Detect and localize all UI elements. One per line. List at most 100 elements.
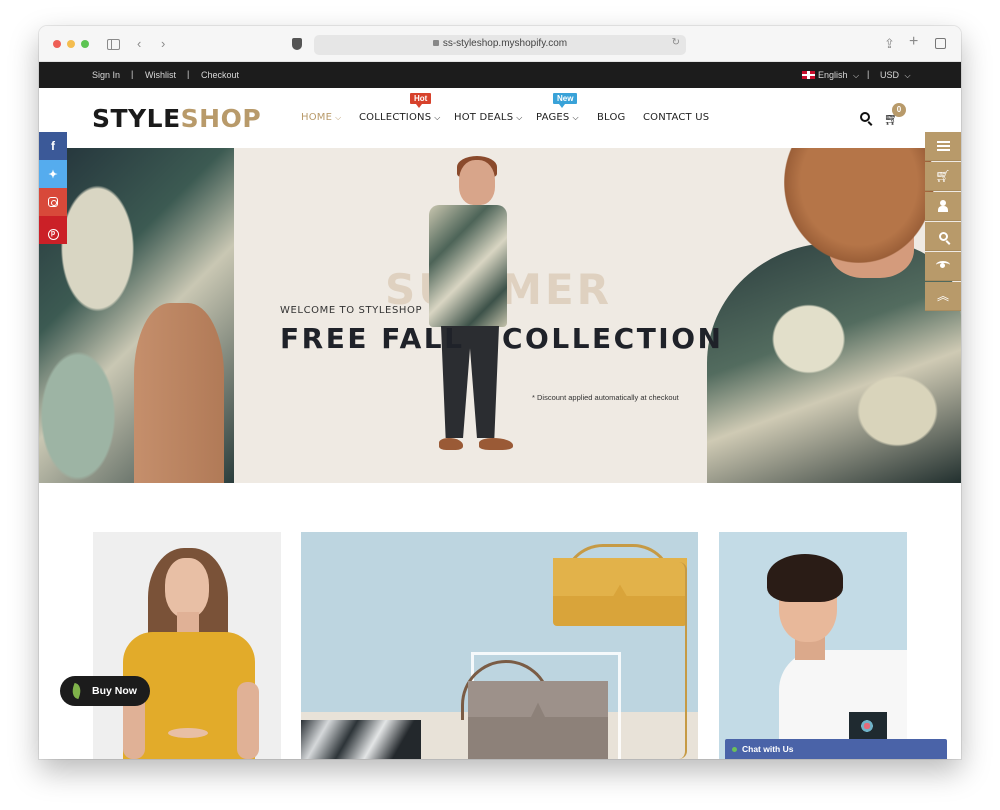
instagram-icon (48, 197, 58, 207)
woman-top-cutout (168, 728, 208, 738)
nav-contact-us[interactable]: CONTACT US (643, 112, 709, 123)
hamburger-icon (936, 141, 950, 151)
new-tab-icon[interactable]: + (909, 33, 918, 51)
address-bar[interactable]: ss-styleshop.myshopify.com ↻ (314, 35, 686, 55)
hot-badge: Hot (410, 93, 432, 108)
separator: | (187, 69, 190, 79)
tab-overview-icon[interactable] (935, 38, 946, 49)
site-header: STYLESHOP Hot New HOME ⌵ COLLECTIONS ⌵ HOT… (39, 88, 961, 148)
chevron-down-icon: ⌵ (335, 113, 342, 122)
checkout-link[interactable]: Checkout (201, 70, 239, 80)
chevron-down-icon: ⌵ (434, 113, 441, 122)
eye-icon (936, 261, 950, 269)
online-status-icon (732, 747, 737, 752)
menu-tool-button[interactable] (925, 132, 961, 161)
nav-label: CONTACT US (643, 112, 710, 123)
maximize-window-button[interactable] (81, 40, 89, 48)
woman-arm (237, 682, 259, 759)
forward-icon[interactable]: › (161, 35, 165, 53)
nav-hot-deals[interactable]: HOT DEALS ⌵ (454, 112, 523, 123)
buy-now-label: Buy Now (92, 685, 137, 697)
minimize-window-button[interactable] (67, 40, 75, 48)
chevron-down-icon: ⌵ (904, 71, 911, 80)
close-window-button[interactable] (53, 40, 61, 48)
back-to-top-button[interactable]: ︽ (925, 282, 961, 311)
pinterest-icon: p (47, 229, 59, 240)
hero-image-right-shirt (707, 243, 961, 483)
hero-banner[interactable]: SUMMER WELCOME TO STYLESHOP FREE FALL CO… (39, 148, 961, 483)
facebook-icon: f (51, 139, 55, 153)
nav-label: PAGES (536, 112, 570, 123)
double-chevron-up-icon: ︽ (936, 289, 949, 303)
nav-home[interactable]: HOME ⌵ (301, 112, 341, 123)
chat-widget[interactable]: Chat with Us (725, 739, 947, 759)
woman-face (165, 558, 209, 618)
lock-icon (432, 40, 439, 46)
new-badge: New (553, 93, 578, 108)
wishlist-link[interactable]: Wishlist (145, 70, 176, 80)
twitter-icon: ✦ (48, 169, 58, 181)
logo-style-text: STYLE (92, 104, 181, 133)
banner-women[interactable] (93, 532, 281, 759)
twitter-button[interactable]: ✦ (39, 160, 67, 188)
chevron-down-icon: ⌵ (572, 113, 579, 122)
nav-label: COLLECTIONS (359, 112, 432, 123)
page: ‹ › ss-styleshop.myshopify.com ↻ ⇪ + Sig… (0, 0, 1000, 810)
cart-icon: 🛒︎ (935, 169, 951, 183)
hero-note: * Discount applied automatically at chec… (532, 393, 679, 402)
bag-strap (679, 562, 687, 759)
chevron-down-icon: ⌵ (516, 113, 523, 122)
compare-tool-button[interactable] (925, 252, 961, 281)
top-bar: Sign In | Wishlist | Checkout English ⌵ … (39, 62, 961, 88)
model-shoe (439, 438, 463, 450)
back-icon[interactable]: ‹ (137, 35, 141, 53)
buy-now-button[interactable]: Buy Now (60, 676, 150, 706)
model-shirt (429, 205, 507, 327)
banner-men[interactable] (719, 532, 907, 759)
model-shoe (479, 438, 513, 450)
model-head (459, 160, 495, 205)
chat-label: Chat with Us (742, 744, 794, 754)
facebook-button[interactable]: f (39, 132, 67, 160)
browser-window: ‹ › ss-styleshop.myshopify.com ↻ ⇪ + Sig… (39, 26, 961, 759)
nav-pages[interactable]: PAGES ⌵ (536, 112, 579, 123)
logo[interactable]: STYLESHOP (92, 104, 261, 133)
logo-shop-text: SHOP (180, 104, 262, 133)
man-shirt-pocket (849, 712, 887, 742)
banner-bags[interactable] (301, 532, 698, 759)
uk-flag-icon (802, 71, 815, 79)
search-icon (938, 232, 948, 241)
share-icon[interactable]: ⇪ (884, 35, 895, 53)
language-selector[interactable]: English ⌵ (818, 70, 859, 81)
currency-label: USD (880, 70, 900, 80)
hero-title-part2: COLLECTION (502, 322, 724, 355)
man-hair (767, 554, 843, 602)
nav-label: HOT DEALS (454, 112, 514, 123)
nav-blog[interactable]: BLOG (597, 112, 626, 123)
chevron-down-icon: ⌵ (853, 71, 860, 80)
browser-toolbar: ‹ › ss-styleshop.myshopify.com ↻ ⇪ + (39, 26, 961, 62)
sign-in-link[interactable]: Sign In (92, 70, 120, 80)
privacy-shield-icon[interactable] (292, 38, 302, 50)
reload-icon[interactable]: ↻ (672, 37, 680, 48)
leaf-icon (69, 682, 84, 700)
currency-selector[interactable]: USD ⌵ (880, 70, 911, 81)
search-tool-button[interactable] (925, 222, 961, 251)
hero-welcome-text: WELCOME TO STYLESHOP (280, 305, 423, 316)
user-icon (938, 200, 948, 212)
hero-title-part1: FREE FALL (280, 322, 465, 355)
pinterest-button[interactable]: p (39, 216, 67, 244)
cart-count-badge: 0 (892, 103, 906, 117)
instagram-button[interactable] (39, 188, 67, 216)
hero-image-arm (134, 303, 224, 483)
cart-tool-button[interactable]: 🛒︎ (925, 162, 961, 191)
account-tool-button[interactable] (925, 192, 961, 221)
hero-image-head (784, 148, 934, 263)
search-icon[interactable] (860, 112, 870, 122)
nav-label: BLOG (597, 112, 626, 123)
sidebar-toggle-icon[interactable] (107, 39, 120, 50)
dark-bag (301, 720, 421, 759)
separator: | (131, 69, 134, 79)
nav-collections[interactable]: COLLECTIONS ⌵ (359, 112, 441, 123)
separator: | (867, 69, 870, 79)
